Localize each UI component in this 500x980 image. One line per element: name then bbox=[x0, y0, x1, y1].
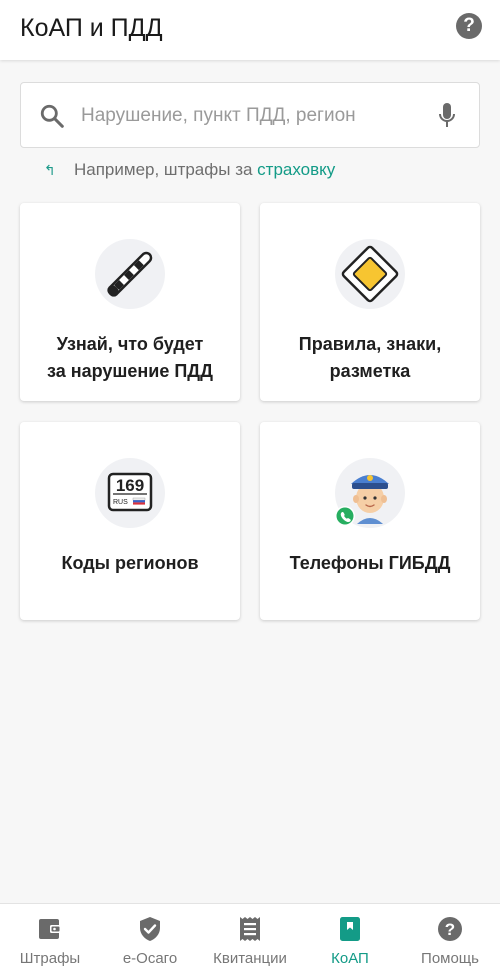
license-plate-icon: 169 RUS bbox=[95, 458, 165, 528]
card-rules-signs[interactable]: Правила, знаки, разметка bbox=[260, 203, 480, 401]
search-icon bbox=[40, 104, 64, 128]
nav-label: КоАП bbox=[331, 950, 369, 967]
plate-country: RUS bbox=[113, 499, 128, 506]
book-icon bbox=[340, 917, 360, 941]
priority-road-sign-icon bbox=[335, 239, 405, 309]
card-region-codes[interactable]: 169 RUS Коды регионов bbox=[20, 422, 240, 620]
nav-item-koap[interactable]: КоАП bbox=[300, 904, 400, 980]
hint-prefix: Например, штрафы за bbox=[74, 160, 258, 179]
card-police-phones[interactable]: Телефоны ГИБДД bbox=[260, 422, 480, 620]
nav-item-help[interactable]: ? Помощь bbox=[400, 904, 500, 980]
card-label-line: разметка bbox=[329, 361, 411, 381]
search-input[interactable] bbox=[81, 96, 421, 136]
nav-item-eosago[interactable]: е-Осаго bbox=[100, 904, 200, 980]
nav-item-fines[interactable]: Штрафы bbox=[0, 904, 100, 980]
app-bar: КоАП и ПДД ? bbox=[0, 0, 500, 60]
traffic-officer-icon bbox=[335, 458, 405, 528]
hint-arrow-icon: ↰ bbox=[44, 162, 56, 178]
card-label-line: Узнай, что будет bbox=[56, 334, 204, 354]
card-label: Телефоны ГИБДД bbox=[289, 553, 451, 573]
svg-text:?: ? bbox=[445, 920, 455, 939]
help-icon: ? bbox=[438, 917, 462, 941]
plate-number: 169 bbox=[116, 476, 144, 495]
card-label: Правила, знаки, разметка bbox=[268, 331, 472, 385]
nav-label: Помощь bbox=[421, 950, 479, 967]
card-violation-lookup[interactable]: Узнай, что будет за нарушение ПДД bbox=[20, 203, 240, 401]
nav-label: е-Осаго bbox=[122, 950, 178, 967]
card-label: Узнай, что будет за нарушение ПДД bbox=[28, 331, 232, 385]
shield-check-icon bbox=[140, 917, 160, 941]
card-label-line: за нарушение ПДД bbox=[47, 361, 213, 381]
nav-label: Квитанции bbox=[213, 950, 287, 967]
search-hint: ↰ Например, штрафы за страховку bbox=[44, 160, 335, 180]
microphone-icon[interactable] bbox=[437, 102, 457, 130]
nav-label: Штрафы bbox=[19, 950, 81, 967]
hint-link[interactable]: страховку bbox=[257, 160, 335, 179]
card-label: Коды регионов bbox=[61, 553, 199, 573]
baton-icon bbox=[95, 239, 165, 309]
card-label-line: Правила, знаки, bbox=[298, 334, 442, 354]
search-box[interactable] bbox=[20, 82, 480, 148]
wallet-icon bbox=[39, 919, 61, 939]
nav-item-receipts[interactable]: Квитанции bbox=[200, 904, 300, 980]
help-icon[interactable]: ? bbox=[456, 13, 482, 39]
bottom-navigation: Штрафы е-Осаго Квитанции КоАП ? Помощь bbox=[0, 903, 500, 980]
receipt-icon bbox=[240, 917, 260, 941]
app-title: КоАП и ПДД bbox=[20, 14, 163, 42]
